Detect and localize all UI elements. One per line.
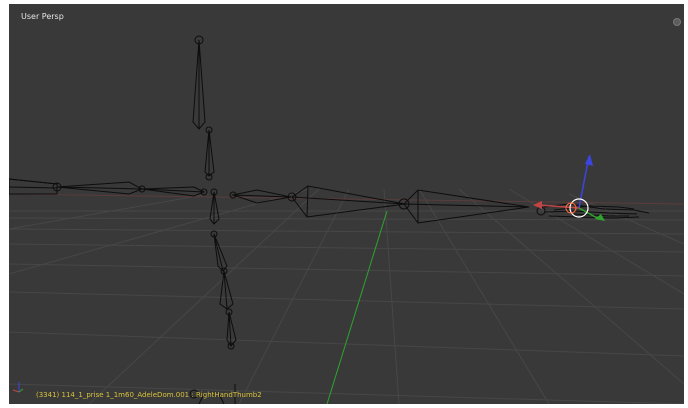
x-axis-line (9, 193, 684, 205)
view-navigation-icon[interactable] (673, 18, 681, 26)
floor-grid (9, 188, 684, 404)
scene-canvas[interactable] (9, 4, 684, 404)
axes-icon (12, 382, 24, 393)
object-info: (3341) 114_1_prise 1_1m60_AdeleDom.001 :… (36, 391, 262, 399)
3d-viewport[interactable]: User Persp (3341) 114_1_prise 1_1m60_Ade… (9, 4, 684, 404)
y-axis-line (326, 210, 388, 404)
view-label: User Persp (21, 12, 64, 21)
